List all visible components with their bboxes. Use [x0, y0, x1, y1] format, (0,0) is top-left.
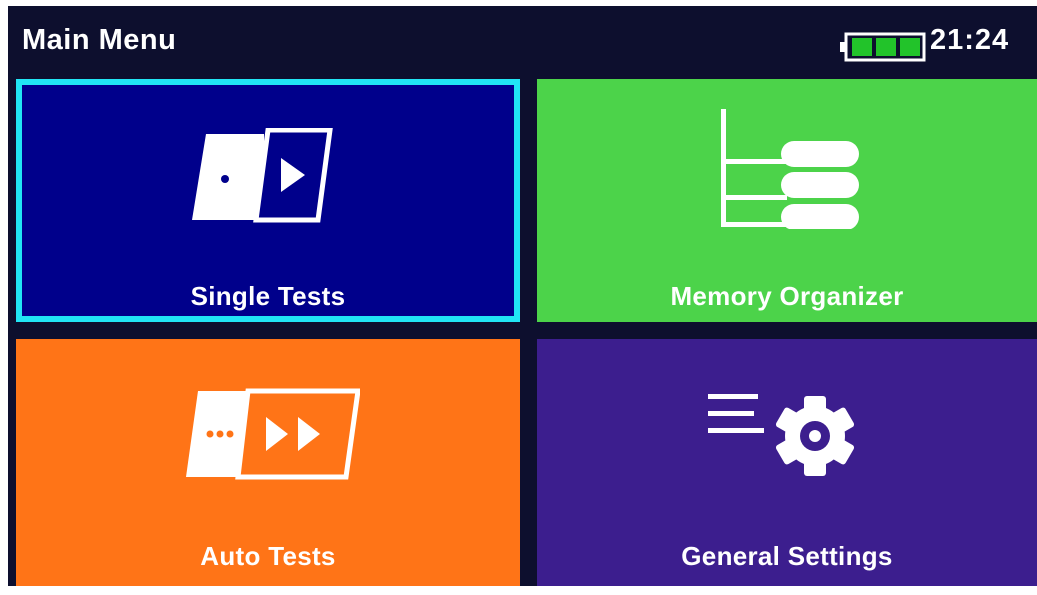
- memory-organizer-tile[interactable]: Memory Organizer: [537, 79, 1037, 322]
- page-title: Main Menu: [22, 24, 177, 56]
- single-tests-icon: [192, 128, 333, 223]
- general-settings-tile[interactable]: General Settings: [537, 339, 1037, 586]
- memory-tree-icon: [721, 109, 859, 229]
- battery-full-icon: [840, 32, 926, 62]
- status-bar: Main Menu 21:24: [8, 6, 1037, 74]
- auto-tests-label: Auto Tests: [200, 541, 336, 571]
- single-tests-tile[interactable]: Single Tests: [16, 79, 520, 322]
- auto-tests-icon: [186, 388, 360, 480]
- main-menu-screen: Main Menu 21:24 Single Tests Memory Orga…: [8, 6, 1037, 586]
- settings-gear-icon: [708, 394, 855, 476]
- single-tests-label: Single Tests: [190, 281, 346, 311]
- memory-organizer-label: Memory Organizer: [670, 281, 904, 311]
- clock: 21:24: [930, 24, 1010, 56]
- general-settings-label: General Settings: [681, 541, 893, 571]
- auto-tests-tile[interactable]: Auto Tests: [16, 339, 520, 586]
